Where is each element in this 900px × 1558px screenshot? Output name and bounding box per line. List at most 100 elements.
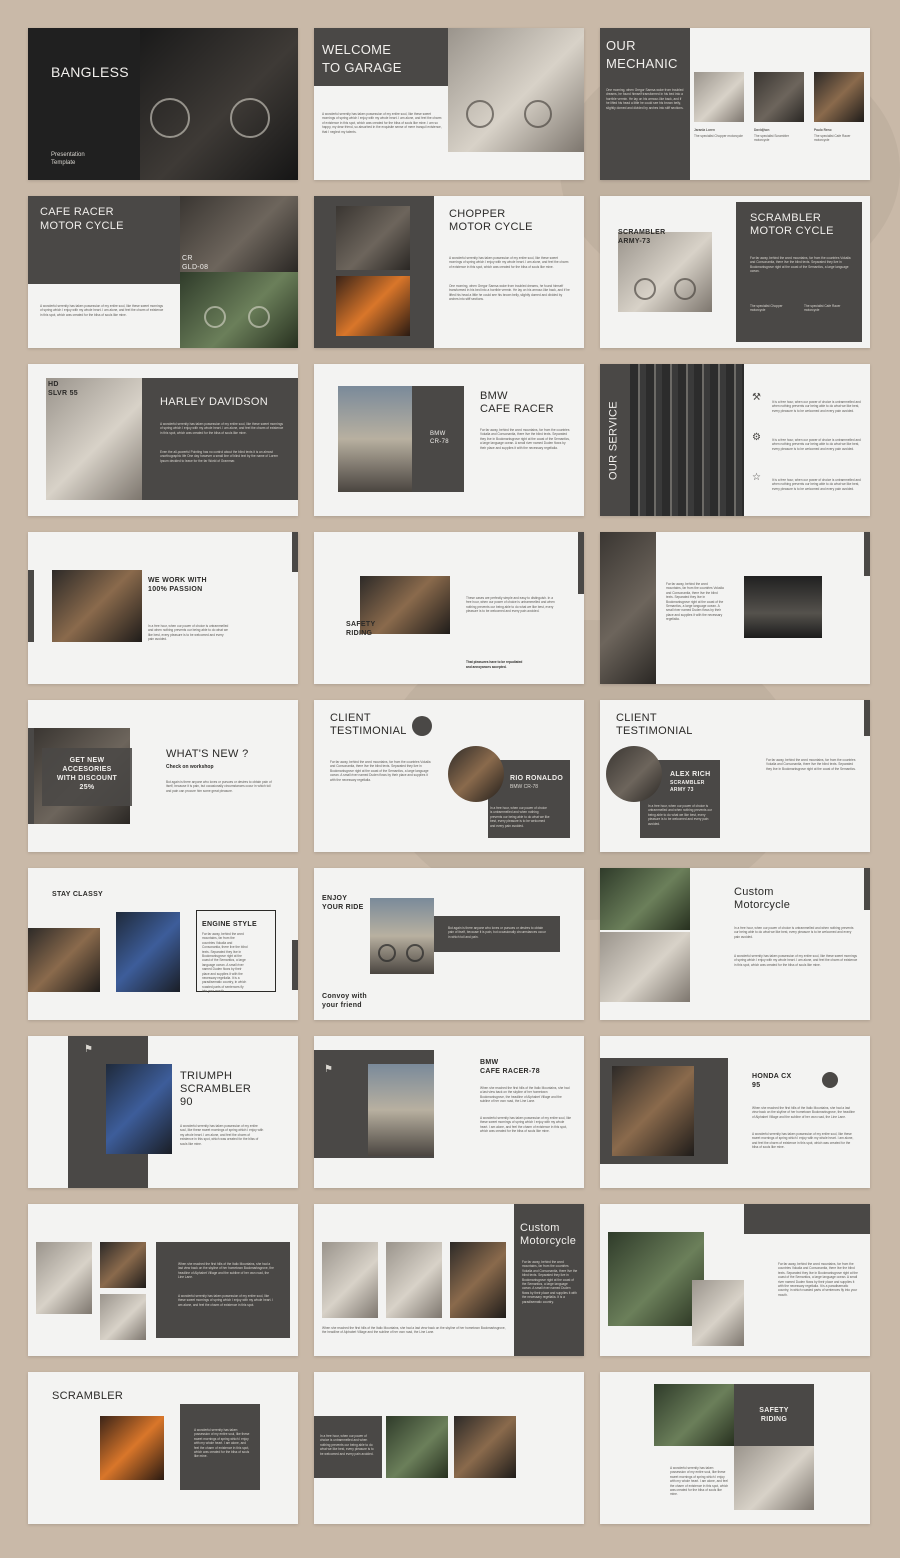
chopper-photo-1 [336,206,410,270]
service-item-1: It is a free hour, when our power of cho… [772,400,861,413]
slide-custom-moto[interactable]: Custom Motorcycle In a free hour, when o… [600,868,870,1020]
chopper-title-1: CHOPPER [449,208,506,220]
triumph-title-2: SCRAMBLER [180,1083,252,1095]
scrambler2-photo [100,1416,164,1480]
safety2-label-2: RIDING [760,1416,788,1423]
slide-stay-classy[interactable]: STAY CLASSY ENGINE STYLE Far far away, b… [28,868,298,1020]
custom-title-1: Custom [734,886,774,898]
service-item-3: It is a free hour, when our power of cho… [772,478,861,491]
harley-label-1: HD [48,381,59,388]
slide-triumph[interactable]: ⚑ TRIUMPH SCRAMBLER 90 A wonderful seren… [28,1036,298,1188]
cafe-racer-code-2: GLD-08 [182,264,209,271]
cafe-racer-title-1: CAFE RACER [40,206,114,218]
discount-line-4: 25% [79,784,95,791]
engine-style-text: Far far away, behind the word mountains,… [202,932,248,994]
collage-text-1: When she reached the first hills of the … [178,1262,274,1280]
discount-line-3: WITH DISCOUNT [56,775,118,782]
slide-custom-moto-2[interactable]: Custom Motorcycle Far far away, behind t… [314,1204,584,1356]
scrambler-title-2: MOTOR CYCLE [750,225,834,237]
scrambler-title-1: SCRAMBLER [750,212,822,224]
wrench-icon: ⚒ [752,392,761,403]
slide-forest-riders[interactable]: In a free hour, when our power of choice… [314,1372,584,1524]
safety-bold-2: and annoyances accepted. [466,665,507,669]
garage-photo [448,28,584,152]
forest-text: In a free hour, when our power of choice… [320,1434,374,1456]
cover-subtitle-1: Presentation [51,152,85,158]
safety2-photo-2 [734,1446,814,1510]
cover-title: BANGLESS [51,64,129,80]
cafe-racer-code-1: CR [182,255,193,262]
mechanic-photo-3 [814,72,864,122]
whats-new-title: WHAT'S NEW ? [166,748,249,760]
scrambler2-title: SCRAMBLER [52,1390,124,1402]
slide-scrambler-2[interactable]: SCRAMBLER A wonderful serenity has taken… [28,1372,298,1524]
bmw-text: Far far away, behind the word mountains,… [480,428,570,450]
tools-photo [630,364,744,516]
honda-text-2: A wonderful serenity has taken possessio… [752,1132,854,1150]
accent-bar [864,868,870,910]
mechanic-photo-2 [754,72,804,122]
slide-whats-new[interactable]: GET NEW ACCESORIES WITH DISCOUNT 25% WHA… [28,700,298,852]
safety2-photo-1 [654,1384,734,1446]
accent-bar [864,700,870,736]
slide-cafe-racer[interactable]: CAFE RACER MOTOR CYCLE CR GLD-08 A wonde… [28,196,298,348]
slide-testimonial-2[interactable]: CLIENT TESTIMONIAL ALEX RICH SCRAMBLER A… [600,700,870,852]
scrambler-label-2: ARMY-73 [618,238,651,245]
slide-garage-night[interactable]: Far far away, behind the word mountains,… [600,532,870,684]
slide-testimonial-1[interactable]: CLIENT TESTIMONIAL Far far away, behind … [314,700,584,852]
mechanic-title-2: MECHANIC [606,56,678,71]
scrambler-caption-2: The specialist Cafe Racer motorcycle [804,304,841,313]
garage-night-photo [744,576,822,638]
mechanic-photo-1 [694,72,744,122]
passion-title-2: 100% PASSION [148,586,203,593]
slide-safety-riding[interactable]: SAFETY RIDING These cases are perfectly … [314,532,584,684]
slide-safety-riding-2[interactable]: SAFETY RIDING A wonderful serenity has t… [600,1372,870,1524]
slide-bridge-riders[interactable]: Far far away, behind the word mountains,… [600,1204,870,1356]
slide-cover[interactable]: BANGLESS Presentation Template [28,28,298,180]
testimonial2-text-2: Far far away, behind the word mountains,… [766,758,856,771]
accent-bar [864,532,870,576]
triumph-title-1: TRIUMPH [180,1070,233,1082]
bridge-photo [608,1232,704,1326]
slide-chopper[interactable]: CHOPPER MOTOR CYCLE A wonderful serenity… [314,196,584,348]
slide-honda[interactable]: HONDA CX 95 When she reached the first h… [600,1036,870,1188]
safety-label-2: RIDING [346,630,373,637]
collage-photo-1 [36,1242,92,1314]
testimonial-text-1: Far far away, behind the word mountains,… [330,760,431,782]
custom2-photo-2 [386,1242,442,1318]
safety-text: These cases are perfectly simple and eas… [466,596,555,614]
welcome-text: A wonderful serenity has taken possessio… [322,112,442,134]
slide-bmw-cafe[interactable]: BMW CR-78 BMW CAFE RACER Far far away, b… [314,364,584,516]
bmw78-photo [368,1064,434,1156]
honda-photo [612,1066,694,1156]
slide-enjoy-ride[interactable]: ENJOY YOUR RIDE But again is there anyon… [314,868,584,1020]
motorcycle-photo [140,28,298,180]
scrambler2-text: A wonderful serenity has taken possessio… [194,1428,250,1459]
custom2-text: Far far away, behind the word mountains,… [522,1260,578,1304]
client-name-2: BMW CR-78 [510,784,539,790]
accent-bar [28,570,34,642]
mechanic-name-2: Davidjhon [754,128,770,132]
slide-harley[interactable]: HD SLVR 55 HARLEY DAVIDSON A wonderful s… [28,364,298,516]
bmw-label-1: BMW [430,431,446,437]
whats-new-text: But again is there anyone who loves or p… [166,780,272,793]
slide-welcome[interactable]: WELCOME TO GARAGE A wonderful serenity h… [314,28,584,180]
slide-passion[interactable]: WE WORK WITH 100% PASSION In a free hour… [28,532,298,684]
mechanic-name-3: Paulo Reno [814,128,832,132]
safety-bold-1: That pleasures have to be repudiated [466,660,523,664]
slide-scrambler[interactable]: SCRAMBLER ARMY-73 SCRAMBLER MOTOR CYCLE … [600,196,870,348]
slide-mechanic[interactable]: OUR MECHANIC One morning, when Gregor Sa… [600,28,870,180]
bookmark-icon: ⚑ [324,1064,333,1075]
slide-service[interactable]: OUR SERVICE ⚒ ⚙ ☆ It is a free hour, whe… [600,364,870,516]
enjoy-text: But again is there anyone who loves or p… [448,926,546,939]
triumph-tank-photo [116,912,180,992]
client2-name-3: ARMY 73 [670,787,694,793]
harley-text-2: Even the all-powerful Pointing has no co… [160,450,279,463]
bmw78-title-1: BMW [480,1059,499,1066]
custom-title-2: Motorcycle [734,899,791,911]
bmw78-text-1: When she reached the first hills of the … [480,1086,570,1104]
slide-grid: BANGLESS Presentation Template WELCOME T… [28,28,870,1524]
client-name-1: RIO RONALDO [510,775,564,782]
slide-bmw-cafe-78[interactable]: ⚑ BMW CAFE RACER-78 When she reached the… [314,1036,584,1188]
slide-collage[interactable]: When she reached the first hills of the … [28,1204,298,1356]
